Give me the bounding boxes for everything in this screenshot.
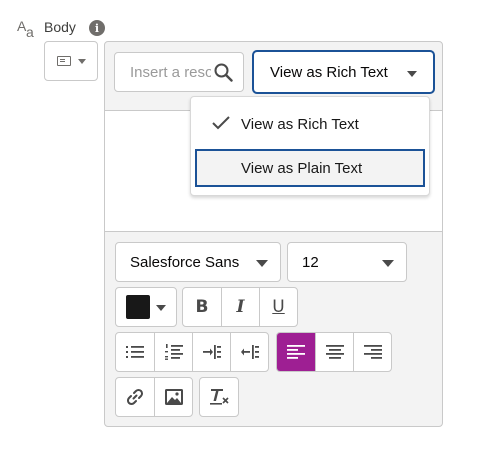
bold-button[interactable]: B: [183, 288, 221, 326]
view-mode-selected: View as Rich Text: [270, 63, 388, 81]
outdent-icon: [240, 345, 259, 359]
text-field-icon: [56, 56, 71, 66]
clear-format-group: [199, 377, 239, 417]
menu-item-plain-text[interactable]: View as Plain Text: [195, 149, 425, 187]
chevron-down-icon: [77, 58, 86, 64]
indent-button[interactable]: [192, 333, 230, 371]
chevron-down-icon: [156, 305, 166, 311]
check-icon: [212, 116, 230, 130]
info-icon[interactable]: i: [89, 20, 105, 36]
outdent-button[interactable]: [230, 333, 268, 371]
text-color-button[interactable]: [115, 287, 177, 327]
italic-button[interactable]: I: [221, 288, 259, 326]
bulleted-list-button[interactable]: [116, 333, 154, 371]
align-left-button[interactable]: [277, 333, 315, 371]
font-size-value: 12: [302, 253, 319, 271]
font-size-select[interactable]: 12: [287, 242, 407, 282]
image-icon: [164, 389, 183, 405]
field-type-button[interactable]: [44, 41, 98, 81]
chevron-down-icon: [256, 260, 268, 267]
indent-icon: [202, 345, 221, 359]
view-mode-menu: View as Rich Text View as Plain Text: [190, 96, 430, 196]
view-mode-select[interactable]: View as Rich Text: [252, 50, 435, 94]
field-label: Body: [44, 19, 76, 35]
menu-item-label: View as Plain Text: [241, 159, 363, 177]
underline-button[interactable]: U: [259, 288, 297, 326]
chevron-down-icon: [382, 260, 394, 267]
numbered-list-button[interactable]: [154, 333, 192, 371]
underline-icon: U: [272, 297, 285, 317]
bulleted-list-icon: [126, 346, 144, 358]
resource-search-input[interactable]: [115, 53, 211, 91]
font-family-select[interactable]: Salesforce Sans: [115, 242, 281, 282]
menu-item-rich-text[interactable]: View as Rich Text: [195, 105, 425, 143]
menu-item-label: View as Rich Text: [241, 115, 359, 133]
chevron-down-icon: [407, 71, 417, 77]
italic-icon: I: [236, 297, 245, 317]
align-right-button[interactable]: [353, 333, 391, 371]
format-button-group: B I U: [182, 287, 298, 327]
image-button[interactable]: [154, 378, 192, 416]
align-right-icon: [363, 345, 382, 359]
numbered-list-icon: [164, 344, 183, 360]
align-button-group: [276, 332, 392, 372]
color-swatch: [126, 295, 150, 319]
clear-formatting-icon: [210, 389, 229, 405]
font-family-value: Salesforce Sans: [130, 253, 240, 271]
bold-icon: B: [195, 297, 209, 317]
align-center-icon: [325, 345, 344, 359]
resource-search: [114, 52, 244, 92]
link-button[interactable]: [116, 378, 154, 416]
text-style-icon: Aa: [17, 18, 34, 40]
align-left-icon: [287, 345, 305, 359]
align-center-button[interactable]: [315, 333, 353, 371]
clear-formatting-button[interactable]: [200, 378, 238, 416]
list-button-group: [115, 332, 269, 372]
search-icon[interactable]: [214, 63, 233, 82]
link-icon: [126, 388, 144, 406]
insert-button-group: [115, 377, 193, 417]
